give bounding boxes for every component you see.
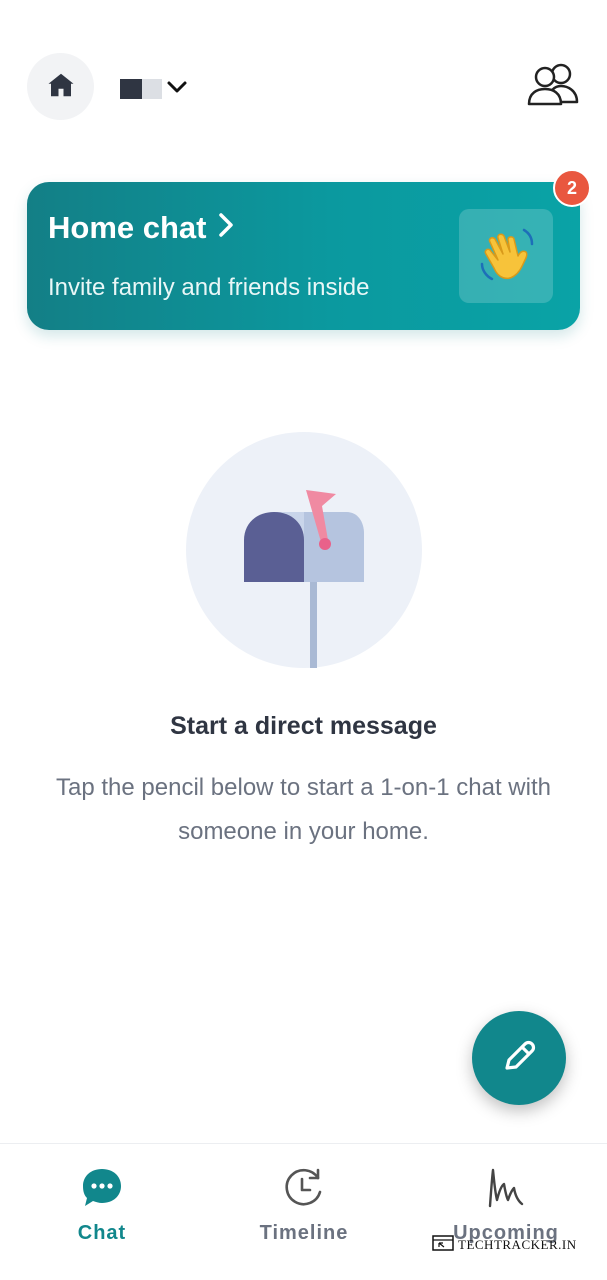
clock-history-icon	[282, 1166, 326, 1210]
home-chat-title: Home chat	[48, 210, 234, 246]
waving-hand-icon	[476, 224, 536, 288]
home-chat-card[interactable]: Home chat Invite family and friends insi…	[27, 182, 580, 330]
chevron-right-icon	[218, 210, 234, 246]
home-avatar-light	[142, 79, 162, 99]
home-avatar-dark	[120, 79, 142, 99]
unread-badge: 2	[553, 169, 591, 207]
empty-state-title: Start a direct message	[170, 712, 437, 740]
chevron-down-icon	[166, 79, 188, 99]
empty-state-body: Tap the pencil below to start a 1-on-1 c…	[56, 774, 551, 845]
mailbox-icon	[186, 432, 422, 668]
house-icon	[46, 70, 76, 104]
home-chat-title-text: Home chat	[48, 210, 207, 245]
pencil-icon	[499, 1036, 539, 1080]
watermark-logo-icon	[432, 1235, 454, 1255]
chat-screen: Home chat Invite family and friends insi…	[0, 0, 607, 1280]
watermark: TECHTRACKER.IN	[432, 1235, 577, 1255]
home-selector[interactable]	[120, 76, 188, 102]
new-message-button[interactable]	[472, 1011, 566, 1105]
people-icon	[525, 62, 581, 110]
tab-timeline[interactable]: Timeline	[224, 1166, 384, 1245]
members-button[interactable]	[525, 62, 581, 110]
signature-icon	[484, 1166, 528, 1210]
wave-tile	[459, 209, 553, 303]
watermark-text: TECHTRACKER.IN	[458, 1237, 577, 1252]
tab-upcoming[interactable]: Upcoming	[426, 1166, 586, 1245]
bottom-tab-bar: Chat Timeline Upcoming	[0, 1143, 607, 1280]
chat-bubble-icon	[80, 1166, 124, 1210]
tab-chat[interactable]: Chat	[22, 1166, 182, 1245]
tab-timeline-label: Timeline	[259, 1222, 349, 1244]
tab-chat-label: Chat	[77, 1222, 127, 1244]
home-button[interactable]	[27, 53, 94, 120]
home-chat-subtitle: Invite family and friends inside	[48, 274, 370, 301]
